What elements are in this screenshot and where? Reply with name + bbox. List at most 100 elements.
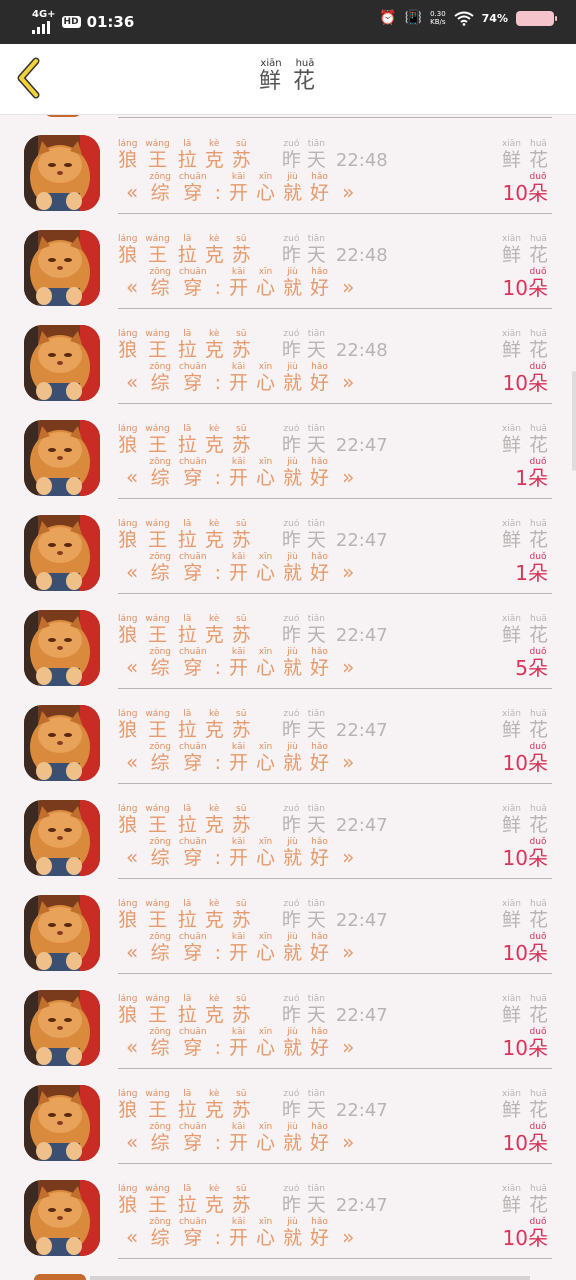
time-value: 22:48 [335,245,388,266]
list-item[interactable]: 狼láng王wáng拉lā克kè苏sū 昨zuó天tiān22:47 « 综zō… [0,400,576,499]
time-value: 22:47 [335,435,388,456]
gift-unit: 朵duǒ [528,742,548,775]
book-title-line: « 综zōng穿chuān: 开kāi心xīn就jiù好hǎo » [126,1217,354,1250]
book-title-line: « 综zōng穿chuān: 开kāi心xīn就jiù好hǎo » [126,1122,354,1155]
close-quote: » [342,465,355,489]
cat-avatar-icon [24,230,100,306]
list-item[interactable]: 狼láng王wáng拉lā克kè苏sū 昨zuó天tiān22:47 « 综zō… [0,1065,576,1164]
open-quote: « [126,1130,139,1154]
book-title-line: « 综zōng穿chuān: 开kāi心xīn就jiù好hǎo » [126,1027,354,1060]
gift-type: 鲜xiān花huā [501,329,548,361]
list-item[interactable]: 狼láng王wáng拉lā克kè苏sū 昨zuó天tiān22:47 « 综zō… [0,970,576,1069]
avatar[interactable] [24,230,100,306]
list-item[interactable]: 狼láng王wáng拉lā克kè苏sū 昨zuó天tiān22:47 « 综zō… [0,495,576,594]
avatar[interactable] [24,705,100,781]
open-quote: « [126,1035,139,1059]
list-item[interactable]: 狼láng王wáng拉lā克kè苏sū 昨zuó天tiān22:48 « 综zō… [0,115,576,214]
gift-unit: 朵duǒ [528,1217,548,1250]
sender-line: 狼láng王wáng拉lā克kè苏sū 昨zuó天tiān22:47 [118,1089,388,1122]
book-title-line: « 综zōng穿chuān: 开kāi心xīn就jiù好hǎo » [126,267,354,300]
book-title-line: « 综zōng穿chuān: 开kāi心xīn就jiù好hǎo » [126,932,354,965]
sender-line: 狼láng王wáng拉lā克kè苏sū 昨zuó天tiān22:47 [118,994,388,1027]
book-title: 综zōng穿chuān: 开kāi心xīn就jiù好hǎo [149,647,330,679]
avatar[interactable] [24,515,100,591]
avatar[interactable] [24,325,100,401]
book-title: 综zōng穿chuān: 开kāi心xīn就jiù好hǎo [149,457,330,489]
sender-line: 狼láng王wáng拉lā克kè苏sū 昨zuó天tiān22:47 [118,614,388,647]
sender-name: 狼láng王wáng拉lā克kè苏sū [118,994,251,1026]
avatar[interactable] [24,1180,100,1256]
timestamp: 昨zuó天tiān22:47 [281,709,388,741]
book-title-line: « 综zōng穿chuān: 开kāi心xīn就jiù好hǎo » [126,742,354,775]
book-title-line: « 综zōng穿chuān: 开kāi心xīn就jiù好hǎo » [126,647,354,680]
network-speed: 0.30 KB/s [430,10,446,26]
open-quote: « [126,940,139,964]
sender-name: 狼láng王wáng拉lā克kè苏sū [118,899,251,931]
page-title: 鲜xiān 花huā [0,58,576,95]
list-item[interactable]: 狼láng王wáng拉lā克kè苏sū 昨zuó天tiān22:47 « 综zō… [0,780,576,879]
sender-line: 狼láng王wáng拉lā克kè苏sū 昨zuó天tiān22:47 [118,709,388,742]
avatar[interactable] [24,990,100,1066]
avatar[interactable] [24,610,100,686]
gift-type: 鲜xiān花huā [501,709,548,741]
avatar[interactable] [24,1085,100,1161]
sender-line: 狼láng王wáng拉lā克kè苏sū 昨zuó天tiān22:47 [118,804,388,837]
book-title: 综zōng穿chuān: 开kāi心xīn就jiù好hǎo [149,1217,330,1249]
open-quote: « [126,1225,139,1249]
open-quote: « [126,750,139,774]
gift-count: 10朵duǒ [503,172,548,206]
gift-count-value: 1 [515,466,528,490]
list-item[interactable]: 狼láng王wáng拉lā克kè苏sū 昨zuó天tiān22:47 « 综zō… [0,685,576,784]
list-item[interactable]: 狼láng王wáng拉lā克kè苏sū 昨zuó天tiān22:47 « 综zō… [0,590,576,689]
sender-name: 狼láng王wáng拉lā克kè苏sū [118,139,251,171]
list-item[interactable]: 狼láng王wáng拉lā克kè苏sū 昨zuó天tiān22:47 « 综zō… [0,1160,576,1259]
avatar[interactable] [24,800,100,876]
cat-avatar-icon [24,990,100,1066]
row-divider [118,1258,552,1259]
scrollbar[interactable] [572,371,576,471]
gift-count: 10朵duǒ [503,1217,548,1251]
flower-gift-list[interactable]: 狼láng王wáng拉lā克kè苏sū 昨zuó天tiān22:48 « 综zō… [0,115,576,1280]
cat-avatar-icon [24,800,100,876]
avatar[interactable] [24,135,100,211]
book-title: 综zōng穿chuān: 开kāi心xīn就jiù好hǎo [149,1027,330,1059]
avatar[interactable] [24,420,100,496]
status-right: ⏰ 📳 0.30 KB/s 74% [379,10,557,26]
gift-count: 5朵duǒ [515,647,548,681]
list-item[interactable]: 狼láng王wáng拉lā克kè苏sū 昨zuó天tiān22:48 « 综zō… [0,210,576,309]
timestamp: 昨zuó天tiān22:48 [281,139,388,171]
sender-line: 狼láng王wáng拉lā克kè苏sū 昨zuó天tiān22:48 [118,234,388,267]
timestamp: 昨zuó天tiān22:47 [281,519,388,551]
book-title: 综zōng穿chuān: 开kāi心xīn就jiù好hǎo [149,837,330,869]
gift-type: 鲜xiān花huā [501,139,548,171]
list-item[interactable]: 狼láng王wáng拉lā克kè苏sū 昨zuó天tiān22:47 « 综zō… [0,875,576,974]
close-quote: » [342,655,355,679]
sender-name: 狼láng王wáng拉lā克kè苏sū [118,804,251,836]
cat-avatar-icon [24,420,100,496]
cat-avatar-icon [24,705,100,781]
sender-name: 狼láng王wáng拉lā克kè苏sū [118,709,251,741]
gift-unit: 朵duǒ [528,457,548,490]
status-left: 4G+ HD 01:36 [32,10,134,34]
gift-type: 鲜xiān花huā [501,614,548,646]
gift-count: 10朵duǒ [503,362,548,396]
list-item[interactable]: 狼láng王wáng拉lā克kè苏sū 昨zuó天tiān22:48 « 综zō… [0,305,576,404]
timestamp: 昨zuó天tiān22:47 [281,994,388,1026]
close-quote: » [342,750,355,774]
timestamp: 昨zuó天tiān22:47 [281,424,388,456]
gift-unit: 朵duǒ [528,362,548,395]
close-quote: » [342,1130,355,1154]
sender-line: 狼láng王wáng拉lā克kè苏sū 昨zuó天tiān22:48 [118,139,388,172]
gift-count-value: 10 [502,751,528,775]
sender-line: 狼láng王wáng拉lā克kè苏sū 昨zuó天tiān22:48 [118,329,388,362]
alarm-icon: ⏰ [379,10,397,26]
cat-avatar-icon [24,515,100,591]
status-time: 01:36 [86,13,135,31]
avatar[interactable] [24,895,100,971]
close-quote: » [342,275,355,299]
speed-unit: KB/s [430,18,446,26]
gift-count-value: 10 [502,1131,528,1155]
book-title: 综zōng穿chuān: 开kāi心xīn就jiù好hǎo [149,932,330,964]
gift-count: 10朵duǒ [503,742,548,776]
open-quote: « [126,180,139,204]
